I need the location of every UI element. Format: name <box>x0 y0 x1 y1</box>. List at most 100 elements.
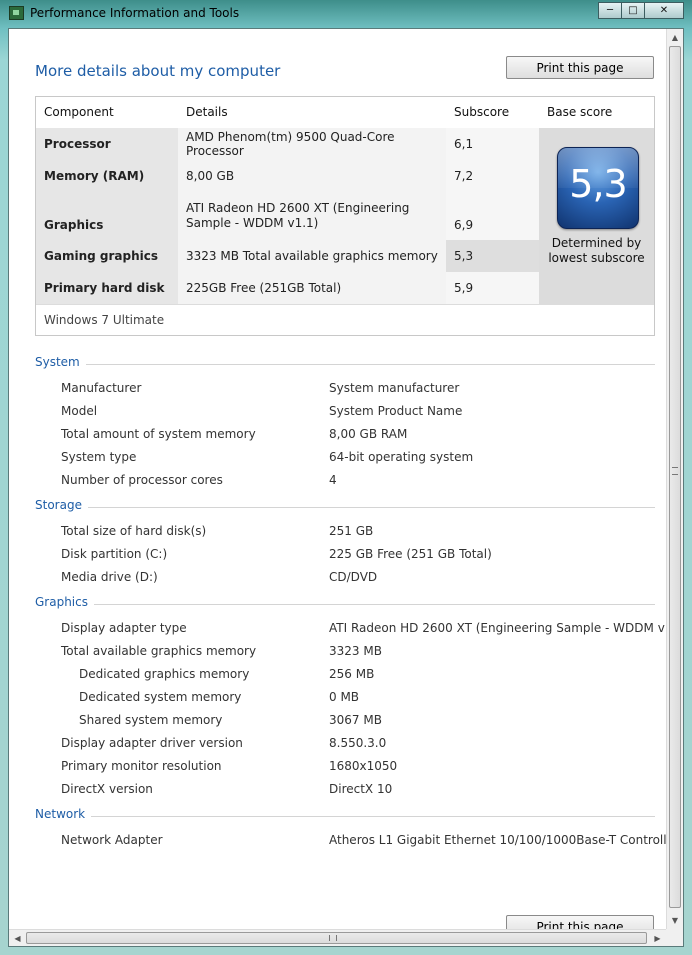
detail-value: DirectX 10 <box>329 782 393 796</box>
header-details: Details <box>186 105 228 119</box>
detail-row: Model System Product Name <box>35 404 655 424</box>
detail-row: Network Adapter Atheros L1 Gigabit Ethern… <box>35 833 666 853</box>
header-subscore: Subscore <box>454 105 510 119</box>
grip-icon <box>672 467 678 475</box>
section-divider <box>35 507 655 508</box>
grip-icon <box>329 935 337 941</box>
detail-value: 225 GB Free (251 GB Total) <box>329 547 492 561</box>
score-row-hard-disk: Primary hard disk 225GB Free (251GB Tota… <box>36 272 539 304</box>
score-row-processor: Processor AMD Phenom(tm) 9500 Quad-Core … <box>36 128 539 160</box>
detail-label: Display adapter type <box>61 621 187 635</box>
base-score-value: 5,3 <box>569 162 627 206</box>
detail-row: Disk partition (C:) 225 GB Free (251 GB T… <box>35 547 655 567</box>
detail-value: 251 GB <box>329 524 374 538</box>
section-divider <box>35 816 655 817</box>
detail-value: CD/DVD <box>329 570 378 584</box>
detail-label: Total amount of system memory <box>61 427 256 441</box>
performance-app-icon[interactable] <box>9 6 24 20</box>
scroll-right-icon[interactable]: ▶ <box>649 930 666 946</box>
component-name: Gaming graphics <box>36 240 178 272</box>
horizontal-scrollbar[interactable]: ◀ ▶ <box>9 929 666 946</box>
scroll-up-icon[interactable]: ▲ <box>667 29 683 46</box>
subscore-value: 6,1 <box>446 128 539 160</box>
base-score-panel: 5,3 Determined by lowest subscore <box>539 128 654 304</box>
header-base-score: Base score <box>547 105 613 119</box>
detail-row: Total size of hard disk(s) 251 GB <box>35 524 655 544</box>
component-details: 3323 MB Total available graphics memory <box>178 240 446 272</box>
close-icon: ✕ <box>659 5 669 16</box>
detail-row: DirectX version DirectX 10 <box>35 782 655 802</box>
component-details: 8,00 GB <box>178 160 446 192</box>
content-pane: More details about my computer Print thi… <box>9 29 666 929</box>
print-button-top[interactable]: Print this page <box>506 56 654 79</box>
detail-row: Number of processor cores 4 <box>35 473 655 493</box>
detail-value: ATI Radeon HD 2600 XT (Engineering Sampl… <box>329 621 666 635</box>
subscore-value-lowest: 5,3 <box>446 240 539 272</box>
detail-row: Manufacturer System manufacturer <box>35 381 655 401</box>
vertical-scroll-thumb[interactable] <box>669 46 681 908</box>
horizontal-scroll-thumb[interactable] <box>26 932 647 944</box>
detail-label: System type <box>61 450 137 464</box>
detail-row: Dedicated system memory 0 MB <box>35 690 655 710</box>
section-divider <box>35 364 655 365</box>
scroll-down-icon[interactable]: ▼ <box>667 912 683 929</box>
detail-value: 1680x1050 <box>329 759 398 773</box>
client-area: More details about my computer Print thi… <box>8 28 684 947</box>
detail-label: Media drive (D:) <box>61 570 158 584</box>
maximize-icon: □ <box>628 5 638 16</box>
detail-value: Atheros L1 Gigabit Ethernet 10/100/1000B… <box>329 833 666 847</box>
subscore-value: 6,9 <box>446 192 539 240</box>
detail-value: System manufacturer <box>329 381 460 395</box>
detail-value: 3067 MB <box>329 713 382 727</box>
page-title: More details about my computer <box>35 62 281 80</box>
detail-value: 8,00 GB RAM <box>329 427 408 441</box>
detail-value: 4 <box>329 473 337 487</box>
section-title: System <box>35 355 86 369</box>
component-name: Primary hard disk <box>36 272 178 304</box>
maximize-button[interactable]: □ <box>621 2 645 19</box>
score-table: Component Details Subscore Base score Pr… <box>35 96 655 336</box>
os-edition: Windows 7 Ultimate <box>36 304 654 335</box>
detail-label: Manufacturer <box>61 381 142 395</box>
detail-row: Display adapter type ATI Radeon HD 2600 X… <box>35 621 666 641</box>
base-score-caption: Determined by lowest subscore <box>548 236 645 265</box>
close-button[interactable]: ✕ <box>644 2 684 19</box>
window: Performance Information and Tools ─ □ ✕ … <box>0 0 692 955</box>
detail-value: System Product Name <box>329 404 463 418</box>
detail-label: Shared system memory <box>79 713 223 727</box>
detail-value: 64-bit operating system <box>329 450 474 464</box>
detail-row: Primary monitor resolution 1680x1050 <box>35 759 655 779</box>
section-divider <box>35 604 655 605</box>
component-name: Memory (RAM) <box>36 160 178 192</box>
detail-label: Model <box>61 404 98 418</box>
subscore-value: 5,9 <box>446 272 539 304</box>
detail-label: Display adapter driver version <box>61 736 243 750</box>
caption-buttons: ─ □ ✕ <box>598 2 684 19</box>
component-name: Graphics <box>36 192 178 240</box>
detail-value: 3323 MB <box>329 644 382 658</box>
header-component: Component <box>44 105 114 119</box>
component-details: ATI Radeon HD 2600 XT (Engineering Sampl… <box>178 192 446 240</box>
component-details: AMD Phenom(tm) 9500 Quad-Core Processor <box>178 128 446 160</box>
section-title: Network <box>35 807 92 821</box>
detail-value: 0 MB <box>329 690 360 704</box>
print-button-bottom[interactable]: Print this page <box>506 915 654 929</box>
detail-label: Dedicated graphics memory <box>79 667 250 681</box>
detail-value: 8.550.3.0 <box>329 736 387 750</box>
window-title: Performance Information and Tools <box>30 6 240 20</box>
detail-row: Display adapter driver version 8.550.3.0 <box>35 736 655 756</box>
detail-row: Shared system memory 3067 MB <box>35 713 655 733</box>
detail-label: Total size of hard disk(s) <box>61 524 207 538</box>
minimize-button[interactable]: ─ <box>598 2 622 19</box>
minimize-icon: ─ <box>606 5 614 16</box>
detail-label: Number of processor cores <box>61 473 223 487</box>
scroll-left-icon[interactable]: ◀ <box>9 930 26 946</box>
detail-row: Total available graphics memory 3323 MB <box>35 644 655 664</box>
detail-label: Total available graphics memory <box>61 644 257 658</box>
detail-row: Dedicated graphics memory 256 MB <box>35 667 655 687</box>
vertical-scrollbar[interactable]: ▲ ▼ <box>666 29 683 929</box>
detail-label: DirectX version <box>61 782 153 796</box>
score-row-gaming-graphics: Gaming graphics 3323 MB Total available … <box>36 240 539 272</box>
detail-label: Disk partition (C:) <box>61 547 168 561</box>
title-bar[interactable]: Performance Information and Tools ─ □ ✕ <box>0 0 692 26</box>
